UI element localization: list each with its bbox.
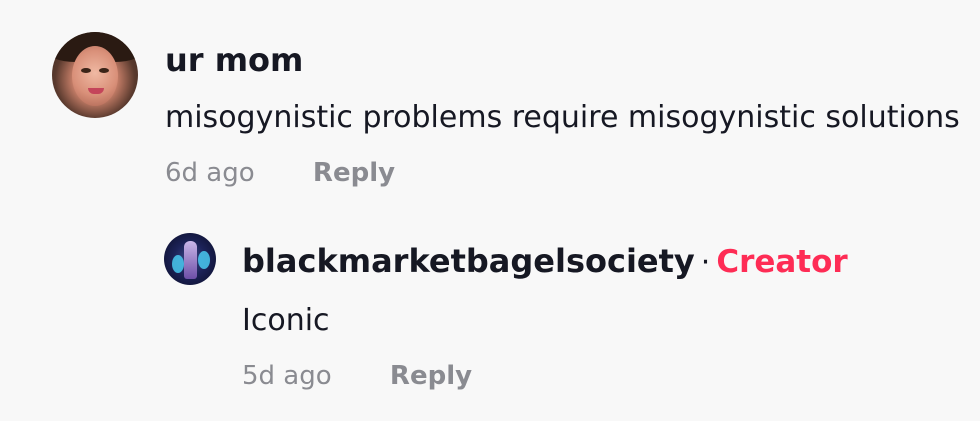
username-separator: · bbox=[700, 245, 711, 280]
avatar-face bbox=[72, 46, 118, 106]
comment-meta: 6d ago Reply bbox=[165, 156, 960, 190]
reply-username-row: blackmarketbagelsociety · Creator bbox=[242, 233, 848, 291]
creator-badge: Creator bbox=[716, 244, 848, 280]
avatar[interactable] bbox=[52, 32, 138, 118]
avatar-glow bbox=[172, 255, 184, 273]
comment-body: ur mom misogynistic problems require mis… bbox=[165, 32, 960, 190]
avatar-eye bbox=[81, 68, 91, 73]
avatar-figure bbox=[184, 241, 197, 279]
reply-button[interactable]: Reply bbox=[313, 156, 395, 190]
reply-text: Iconic bbox=[242, 303, 330, 338]
reply-body: blackmarketbagelsociety · Creator Iconic 5… bbox=[242, 233, 848, 393]
comment-username[interactable]: ur mom bbox=[165, 32, 960, 88]
reply-username[interactable]: blackmarketbagelsociety bbox=[242, 242, 695, 280]
avatar[interactable] bbox=[164, 233, 216, 285]
reply-timestamp: 5d ago bbox=[242, 361, 332, 391]
avatar-glow bbox=[198, 251, 210, 269]
comment-timestamp: 6d ago bbox=[165, 158, 255, 188]
reply-button[interactable]: Reply bbox=[390, 359, 472, 393]
reply-meta: 5d ago Reply bbox=[242, 359, 848, 393]
avatar-eye bbox=[99, 68, 109, 73]
comment-text: misogynistic problems require misogynist… bbox=[165, 100, 960, 135]
